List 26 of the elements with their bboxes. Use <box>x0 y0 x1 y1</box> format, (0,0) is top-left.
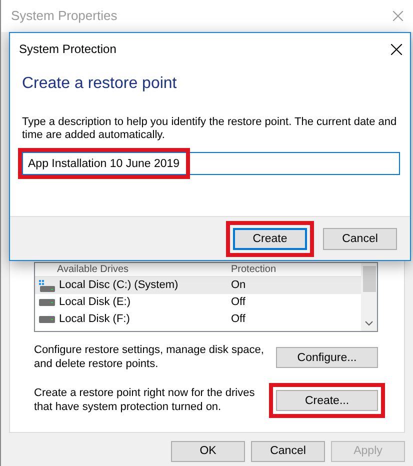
drive-name[interactable]: Local Disk (F:) <box>59 311 130 328</box>
close-icon[interactable] <box>391 44 402 54</box>
window-title: System Properties <box>11 7 118 26</box>
dialog-button[interactable]: Cancel <box>323 228 397 250</box>
configure-button[interactable]: Configure... <box>276 347 378 368</box>
protection-status: On <box>230 278 246 294</box>
drive-name[interactable]: Local Disk (E:) <box>59 294 131 311</box>
drive-icon <box>39 299 55 306</box>
protection-status: Off <box>230 312 246 328</box>
dialog-description: Type a description to help you identify the restore point. The current date and time are added automatically. <box>21 115 398 142</box>
dialog-button[interactable]: Create <box>233 228 307 250</box>
dialog-title: System Protection <box>19 41 116 58</box>
scrollbar-thumb[interactable] <box>362 266 376 292</box>
scroll-down-icon[interactable] <box>365 321 373 326</box>
column-header[interactable]: Available Drives <box>35 263 225 276</box>
configure-description: Configure restore settings, manage disk space, and delete restore points. <box>34 344 265 371</box>
create-button[interactable]: Create... <box>276 390 378 411</box>
protection-status: Off <box>230 295 246 310</box>
create-description: Create a restore point right now for the drives that have system protection turned on. <box>34 387 256 414</box>
drive-icon <box>39 316 55 323</box>
footer-button[interactable]: Cancel <box>251 441 325 462</box>
column-header[interactable]: Protection <box>225 263 276 276</box>
system-drive-icon <box>39 280 55 292</box>
footer-button[interactable]: OK <box>171 441 245 462</box>
drive-name[interactable]: Local Disc (C:) (System) <box>59 277 178 294</box>
dialog-heading: Create a restore point <box>21 74 178 94</box>
